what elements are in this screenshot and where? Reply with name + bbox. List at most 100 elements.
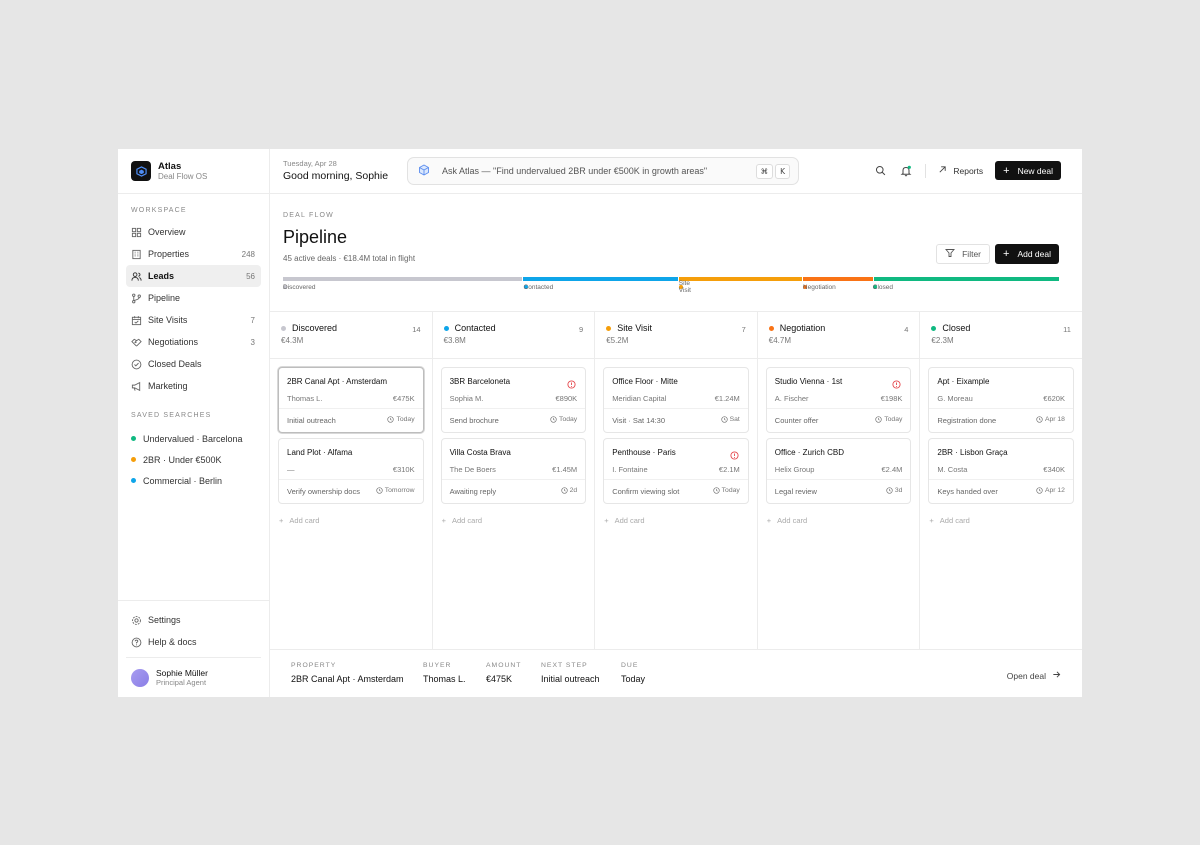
deal-buyer: G. Moreau [937, 394, 973, 403]
sidebar-item-label: Properties [148, 249, 190, 259]
clock-icon [387, 416, 395, 423]
sidebar-item-properties[interactable]: Properties 248 [126, 243, 261, 265]
sidebar-item-overview[interactable]: Overview [126, 221, 261, 243]
add-card-button[interactable]: + Add card [758, 509, 920, 525]
add-card-label: Add card [614, 516, 645, 525]
saved-search-dot [131, 436, 136, 441]
deal-due: 2d [560, 487, 578, 494]
column-contacted: Contacted 9 €3.8M 3BR Barceloneta Sophia… [432, 312, 596, 649]
card-divider [441, 408, 586, 409]
new-deal-button[interactable]: + New deal [995, 161, 1061, 180]
deal-title: Land Plot · Alfama [287, 448, 353, 457]
deal-buyer: — [287, 465, 295, 474]
deal-due-label: Apr 12 [1044, 487, 1065, 494]
brand[interactable]: Atlas Deal Flow OS [118, 149, 269, 194]
user-profile[interactable]: Sophie Müller Principal Agent [126, 657, 261, 697]
bell-icon[interactable] [899, 164, 913, 178]
deal-due-label: Apr 18 [1044, 416, 1065, 423]
ask-atlas-input[interactable]: Ask Atlas — "Find undervalued 2BR under … [407, 157, 799, 185]
alert-icon [567, 376, 576, 394]
grid-icon [131, 227, 142, 238]
add-card-button[interactable]: + Add card [920, 509, 1082, 525]
megaphone-icon [131, 381, 142, 392]
column-count: 9 [579, 325, 584, 334]
clock-icon [1036, 487, 1043, 494]
sidebar-item-leads[interactable]: Leads 56 [126, 265, 261, 287]
atlas-logo-icon [131, 161, 151, 181]
deal-card[interactable]: Land Plot · Alfama — €310K Verify owners… [278, 438, 424, 504]
filter-button[interactable]: Filter [936, 244, 990, 264]
card-divider [929, 479, 1073, 480]
deal-card[interactable]: 2BR Canal Apt · Amsterdam Thomas L. €475… [278, 367, 424, 433]
saved-search-label: Commercial · Berlin [143, 475, 223, 486]
deal-buyer: The De Boers [449, 465, 496, 474]
saved-search-item[interactable]: Undervalued · Barcelona [126, 428, 261, 449]
users-icon [131, 271, 142, 282]
add-deal-button[interactable]: + Add deal [995, 244, 1059, 264]
deal-due: Sat [720, 416, 740, 423]
alert-icon [730, 447, 739, 465]
deal-due-label: Tomorrow [384, 487, 415, 494]
alert-icon [892, 376, 901, 394]
add-card-button[interactable]: + Add card [270, 509, 432, 525]
deal-card[interactable]: Office · Zurich CBD Helix Group €2.4M Le… [765, 438, 912, 504]
add-card-label: Add card [939, 516, 970, 525]
detail-field-next-step: NEXT STEP Initial outreach [541, 662, 600, 684]
stage-bar-segment [873, 277, 1059, 281]
deal-card[interactable]: Penthouse · Paris I. Fontaine €2.1M Conf… [603, 438, 749, 504]
clock-icon [1036, 416, 1043, 423]
saved-search-label: Undervalued · Barcelona [143, 433, 243, 444]
sidebar-item-negotiations[interactable]: Negotiations 3 [126, 331, 261, 353]
search-icon[interactable] [873, 164, 887, 178]
deal-card[interactable]: 3BR Barceloneta Sophia M. €890K Send bro… [440, 367, 587, 433]
deal-buyer: M. Costa [937, 465, 968, 474]
sidebar-item-site-visits[interactable]: Site Visits 7 [126, 309, 261, 331]
page-title: Pipeline [283, 227, 348, 247]
deal-amount: €2.1M [718, 465, 740, 474]
detail-field-buyer: BUYER Thomas L. [423, 662, 466, 684]
deal-title: 2BR Canal Apt · Amsterdam [287, 377, 388, 386]
card-divider [604, 479, 748, 480]
filter-label: Filter [962, 249, 981, 259]
column-header: Contacted 9 €3.8M [432, 312, 595, 359]
column-site-visit: Site Visit 7 €5.2M Office Floor · Mitte … [595, 312, 758, 649]
card-divider [441, 479, 586, 480]
deal-card[interactable]: Apt · Eixample G. Moreau €620K Registrat… [928, 367, 1074, 433]
deal-card[interactable]: Villa Costa Brava The De Boers €1.45M Aw… [440, 438, 587, 504]
column-title: Negotiation [779, 323, 826, 333]
add-card-button[interactable]: + Add card [595, 509, 757, 525]
saved-search-item[interactable]: Commercial · Berlin [126, 470, 261, 491]
detail-key: NEXT STEP [541, 662, 588, 669]
detail-value: €475K [486, 674, 513, 684]
column-value: €4.7M [768, 336, 792, 345]
sidebar-item-settings[interactable]: Settings [126, 609, 261, 631]
sidebar-item-pipeline[interactable]: Pipeline [126, 287, 261, 309]
deal-due-label: 2d [569, 487, 578, 494]
reports-label: Reports [953, 165, 984, 176]
deal-card[interactable]: Office Floor · Mitte Meridian Capital €1… [603, 367, 749, 433]
sidebar-item-marketing[interactable]: Marketing [126, 375, 261, 397]
deal-card[interactable]: Studio Vienna · 1st A. Fischer €198K Cou… [765, 367, 912, 433]
reports-button[interactable]: Reports [938, 165, 983, 176]
open-deal-button[interactable]: Open deal [1007, 670, 1061, 681]
column-count: 11 [1063, 325, 1071, 334]
clock-icon [875, 416, 882, 423]
clock-icon [886, 487, 893, 494]
handshake-icon [131, 337, 142, 348]
deal-due: Today [550, 416, 577, 423]
clock-icon [720, 416, 728, 423]
add-card-button[interactable]: + Add card [433, 509, 595, 525]
stage-dot [443, 325, 449, 331]
kanban-board: Discovered 14 €4.3M 2BR Canal Apt · Amst… [270, 311, 1082, 649]
deal-due: Today [387, 416, 415, 423]
saved-search-item[interactable]: 2BR · Under €500K [126, 449, 261, 470]
sidebar-item-help[interactable]: Help & docs [126, 631, 261, 653]
column-title: Discovered [292, 323, 338, 333]
deal-card[interactable]: 2BR · Lisbon Graça M. Costa €340K Keys h… [928, 438, 1074, 504]
stage-bar-segment [803, 277, 873, 281]
clock-icon [550, 416, 557, 423]
new-deal-label: New deal [1017, 165, 1053, 176]
sidebar-item-closed-deals[interactable]: Closed Deals [126, 353, 261, 375]
deal-next-step: Send brochure [449, 416, 499, 425]
plus-icon: + [766, 516, 772, 525]
